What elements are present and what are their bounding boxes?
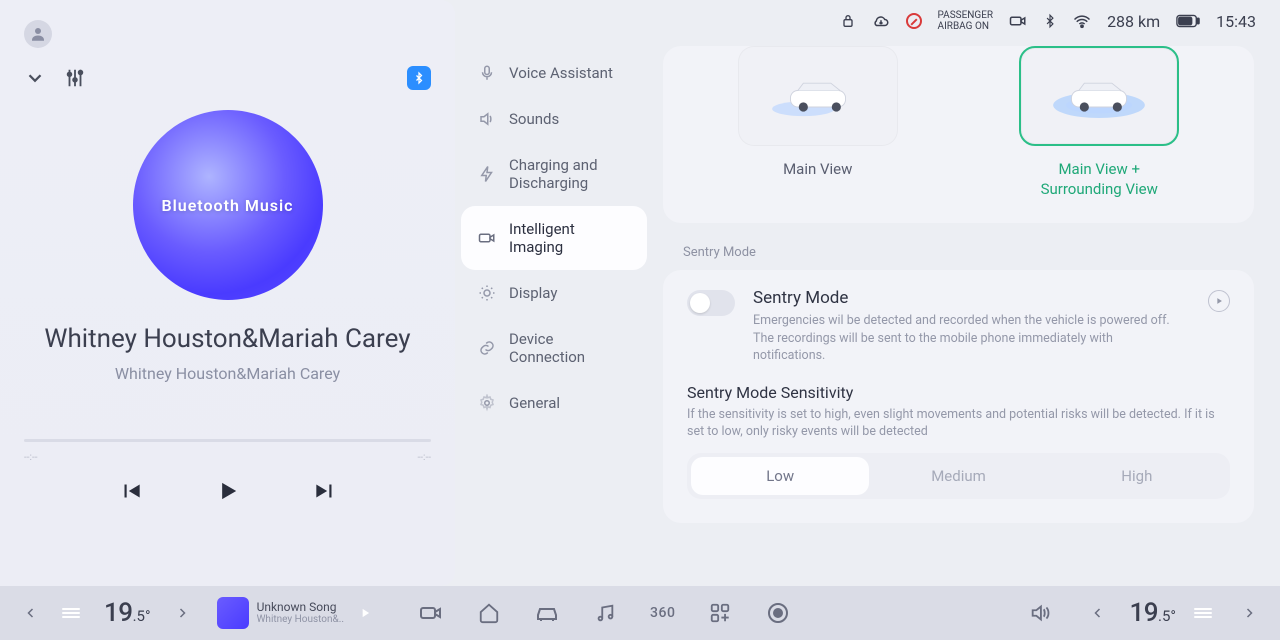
next-track-button[interactable] bbox=[312, 478, 338, 504]
track-artist: Whitney Houston&Mariah Carey bbox=[24, 364, 431, 383]
dock: 360 bbox=[418, 601, 791, 625]
sentry-desc: Emergencies wil be detected and recorded… bbox=[753, 312, 1173, 365]
dock-car-icon[interactable] bbox=[534, 603, 560, 623]
album-label: Bluetooth Music bbox=[161, 196, 293, 215]
view-option-main[interactable]: Main View bbox=[687, 46, 949, 199]
sensitivity-low[interactable]: Low bbox=[691, 457, 869, 495]
time-total: --:-- bbox=[418, 452, 431, 463]
dock-apps-icon[interactable] bbox=[707, 602, 733, 624]
sidebar-item-voice-assistant[interactable]: Voice Assistant bbox=[461, 50, 647, 96]
mic-icon bbox=[477, 64, 497, 82]
mini-play-button[interactable] bbox=[358, 606, 372, 620]
bolt-icon bbox=[477, 165, 497, 183]
sensitivity-segmented: Low Medium High bbox=[687, 453, 1230, 499]
temp-right[interactable]: 19.5° bbox=[1129, 598, 1176, 628]
bottom-bar: 19.5° Unknown Song Whitney Houston&.. 36… bbox=[0, 586, 1280, 640]
sensitivity-medium[interactable]: Medium bbox=[869, 457, 1047, 495]
volume-icon[interactable] bbox=[1027, 602, 1053, 624]
sidebar-item-device-connection[interactable]: Device Connection bbox=[461, 316, 647, 380]
sensitivity-title: Sentry Mode Sensitivity bbox=[687, 383, 1230, 402]
dock-camera-icon[interactable] bbox=[418, 603, 444, 623]
media-panel: Bluetooth Music Whitney Houston&Mariah C… bbox=[0, 0, 455, 586]
sentry-info-button[interactable] bbox=[1208, 290, 1230, 312]
profile-avatar[interactable] bbox=[24, 20, 52, 48]
sentry-section-label: Sentry Mode bbox=[683, 245, 1254, 260]
dock-360-button[interactable]: 360 bbox=[650, 605, 675, 621]
time-elapsed: --:-- bbox=[24, 452, 37, 463]
temp-right-next[interactable] bbox=[1236, 605, 1262, 621]
gear-icon bbox=[477, 394, 497, 412]
sensitivity-desc: If the sensitivity is set to high, even … bbox=[687, 406, 1230, 441]
sensitivity-high[interactable]: High bbox=[1048, 457, 1226, 495]
sidebar-item-charging[interactable]: Charging and Discharging bbox=[461, 142, 647, 206]
settings-sidebar: Voice Assistant Sounds Charging and Disc… bbox=[461, 10, 647, 586]
sentry-toggle[interactable] bbox=[687, 290, 735, 316]
settings-panel: PASSENGERAIRBAG ON 288 km 15:43 Voice As… bbox=[455, 0, 1280, 586]
speaker-icon bbox=[477, 110, 497, 128]
play-button[interactable] bbox=[214, 477, 242, 505]
temp-right-prev[interactable] bbox=[1085, 605, 1111, 621]
track-title: Whitney Houston&Mariah Carey bbox=[24, 324, 431, 354]
temp-left[interactable]: 19.5° bbox=[104, 598, 151, 628]
seat-heat-right-icon[interactable] bbox=[1194, 608, 1212, 618]
seat-heat-left-icon[interactable] bbox=[62, 608, 80, 618]
link-icon bbox=[477, 339, 497, 357]
sentry-title: Sentry Mode bbox=[753, 288, 1190, 308]
brightness-icon bbox=[477, 284, 497, 302]
temp-left-next[interactable] bbox=[169, 605, 195, 621]
bluetooth-badge[interactable] bbox=[407, 66, 431, 90]
sidebar-item-intelligent-imaging[interactable]: Intelligent Imaging bbox=[461, 206, 647, 270]
sidebar-item-general[interactable]: General bbox=[461, 380, 647, 426]
collapse-icon[interactable] bbox=[24, 67, 46, 89]
camera-icon bbox=[477, 230, 497, 246]
now-playing[interactable]: Unknown Song Whitney Houston&.. bbox=[217, 597, 372, 629]
view-option-surrounding[interactable]: Main View +Surrounding View bbox=[969, 46, 1231, 199]
dock-record-icon[interactable] bbox=[765, 601, 791, 625]
sidebar-item-sounds[interactable]: Sounds bbox=[461, 96, 647, 142]
sidebar-item-display[interactable]: Display bbox=[461, 270, 647, 316]
dock-music-icon[interactable] bbox=[592, 602, 618, 624]
album-art: Bluetooth Music bbox=[133, 110, 323, 300]
progress-bar[interactable] bbox=[24, 439, 431, 442]
temp-left-prev[interactable] bbox=[18, 605, 44, 621]
view-mode-cards: Main View Main View +Surrounding View bbox=[663, 46, 1254, 223]
dock-home-icon[interactable] bbox=[476, 602, 502, 624]
prev-track-button[interactable] bbox=[118, 478, 144, 504]
now-playing-thumb bbox=[217, 597, 249, 629]
sentry-panel: Sentry Mode Emergencies wil be detected … bbox=[663, 270, 1254, 523]
equalizer-icon[interactable] bbox=[64, 67, 86, 89]
settings-content: Main View Main View +Surrounding View Se… bbox=[663, 10, 1260, 586]
